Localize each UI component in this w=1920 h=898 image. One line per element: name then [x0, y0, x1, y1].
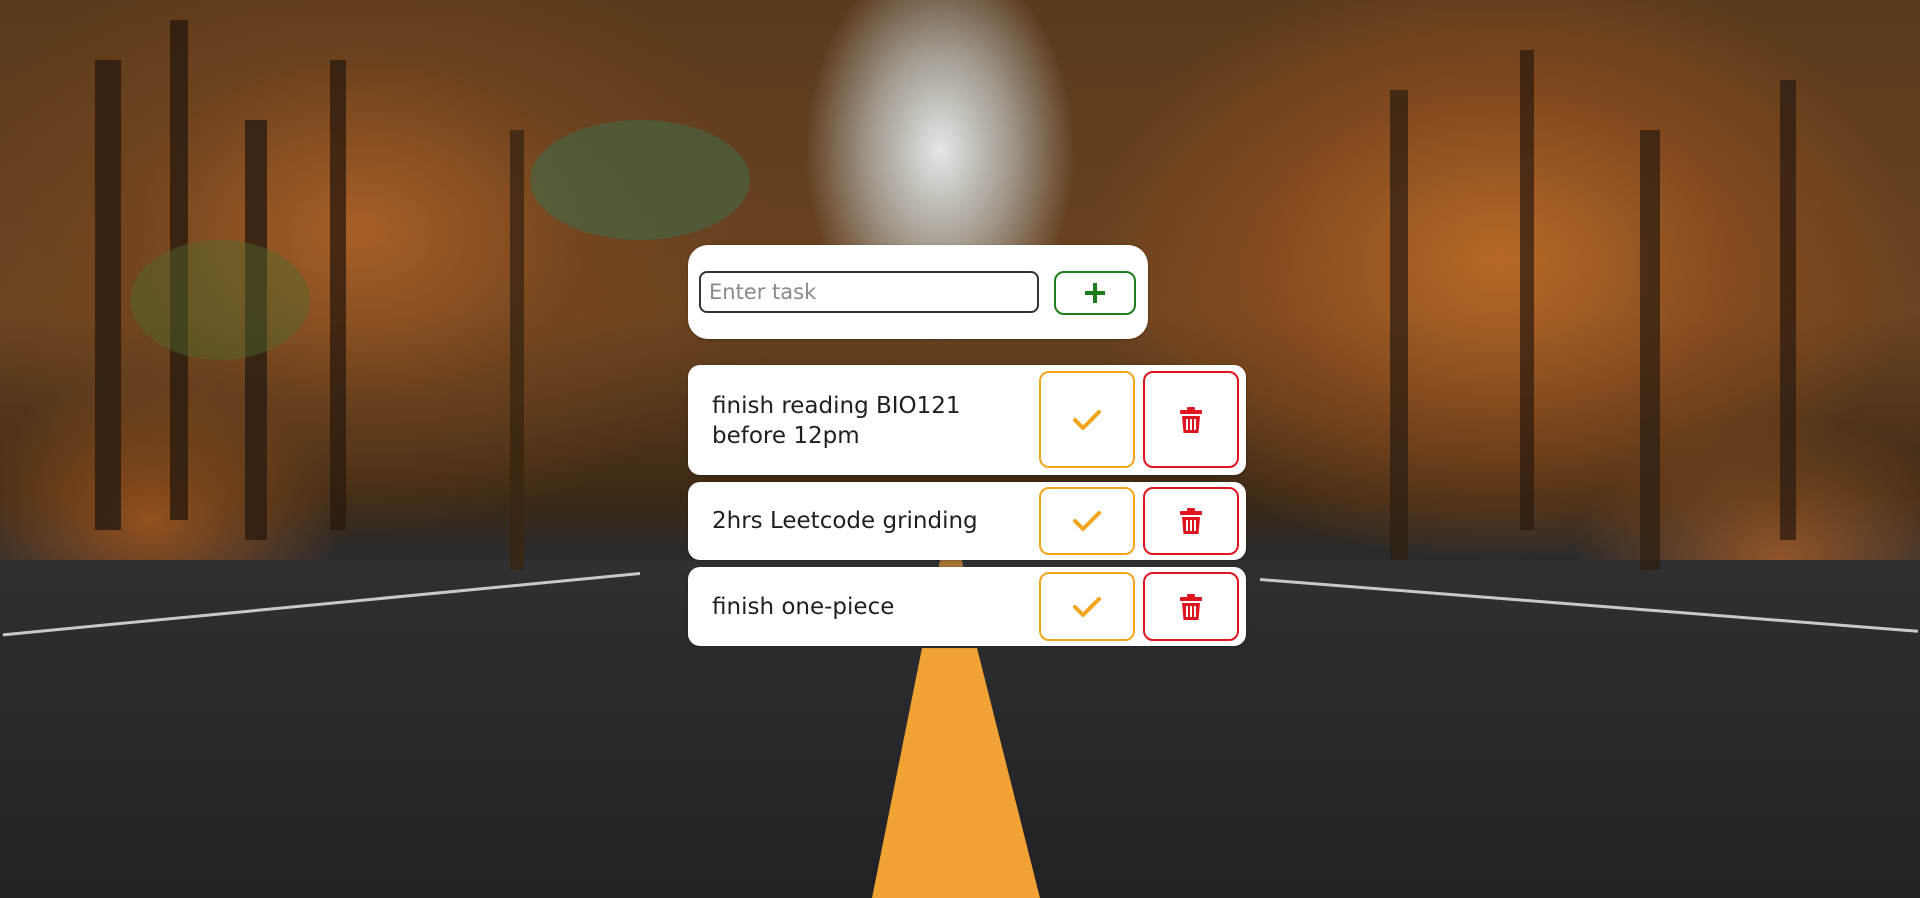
delete-task-button[interactable]	[1143, 371, 1239, 468]
plus-icon	[1085, 283, 1105, 303]
check-icon	[1073, 596, 1101, 617]
task-item: finish one-piece	[688, 567, 1246, 646]
add-task-button[interactable]	[1054, 271, 1136, 315]
task-input-card	[688, 245, 1148, 339]
trash-icon	[1180, 508, 1202, 534]
delete-task-button[interactable]	[1143, 487, 1239, 555]
complete-task-button[interactable]	[1039, 371, 1135, 468]
complete-task-button[interactable]	[1039, 572, 1135, 641]
task-input[interactable]	[699, 271, 1039, 313]
task-item: finish reading BIO121 before 12pm	[688, 365, 1246, 475]
task-text: finish reading BIO121 before 12pm	[712, 393, 961, 449]
delete-task-button[interactable]	[1143, 572, 1239, 641]
task-text: finish one-piece	[712, 594, 895, 620]
trash-icon	[1180, 406, 1202, 433]
task-text: 2hrs Leetcode grinding	[712, 508, 978, 534]
check-icon	[1073, 511, 1101, 531]
trash-icon	[1180, 593, 1202, 620]
check-icon	[1073, 409, 1101, 430]
task-item: 2hrs Leetcode grinding	[688, 482, 1246, 560]
complete-task-button[interactable]	[1039, 487, 1135, 555]
